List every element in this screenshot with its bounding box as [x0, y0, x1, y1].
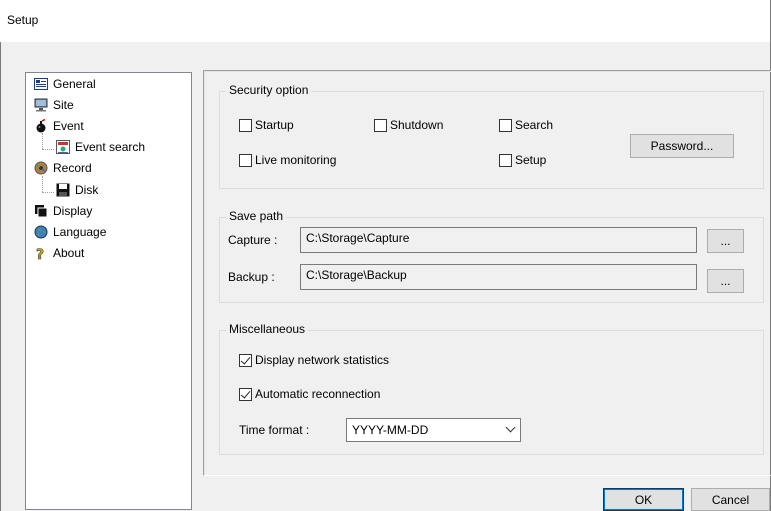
tree-connector: [42, 176, 43, 192]
tree-item-label: About: [53, 246, 85, 260]
language-icon: [34, 225, 48, 239]
tree-item-event-search[interactable]: Event search: [56, 139, 145, 155]
tree-item-label: Event search: [75, 140, 146, 154]
checkbox-label: Shutdown: [390, 118, 444, 132]
display-icon: [34, 204, 48, 218]
time-format-dropdown[interactable]: YYYY-MM-DD: [346, 418, 521, 442]
checkbox-box[interactable]: [499, 118, 512, 132]
about-icon: ?: [34, 246, 48, 264]
tree-item-label: Disk: [75, 183, 99, 197]
tree-item-record[interactable]: Record: [34, 160, 92, 176]
site-icon: [34, 98, 48, 112]
checkbox-label: Display network statistics: [255, 353, 390, 367]
tree-item-event[interactable]: Event: [34, 118, 84, 134]
time-format-value: YYYY-MM-DD: [352, 423, 429, 437]
tree-item-label: Display: [53, 204, 93, 218]
tree-item-about[interactable]: ? About: [34, 245, 85, 264]
disk-icon: [56, 183, 70, 197]
tree-item-language[interactable]: Language: [34, 224, 106, 240]
checkbox-box[interactable]: [374, 118, 387, 132]
search-checkbox[interactable]: Search: [499, 118, 553, 132]
tree-item-general[interactable]: General: [34, 76, 96, 92]
checkbox-label: Search: [515, 118, 554, 132]
event-icon: [34, 118, 48, 133]
checkbox-label: Live monitoring: [255, 153, 337, 167]
startup-checkbox[interactable]: Startup: [239, 118, 294, 132]
tree-item-label: General: [53, 77, 96, 91]
title-bar: Setup: [0, 0, 771, 42]
checkbox-box[interactable]: [239, 353, 252, 367]
cancel-button[interactable]: Cancel: [691, 488, 770, 511]
backup-path-field[interactable]: C:\Storage\Backup: [300, 264, 697, 290]
checkbox-label: Setup: [515, 153, 547, 167]
setup-checkbox[interactable]: Setup: [499, 153, 546, 167]
checkbox-box[interactable]: [239, 153, 252, 167]
capture-path-field[interactable]: C:\Storage\Capture: [300, 227, 697, 253]
security-option-title: Security option: [226, 83, 312, 97]
tree-item-site[interactable]: Site: [34, 97, 74, 113]
capture-label: Capture :: [228, 233, 278, 247]
chevron-down-icon: [505, 422, 516, 433]
capture-browse-button[interactable]: ...: [707, 229, 744, 253]
checkbox-box[interactable]: [499, 153, 512, 167]
time-format-label: Time format :: [239, 423, 310, 437]
save-path-title: Save path: [226, 209, 287, 223]
event-search-icon: [56, 140, 70, 154]
window-border-left: [0, 42, 1, 511]
general-icon: [34, 77, 48, 91]
ok-button[interactable]: OK: [603, 488, 684, 511]
tree-item-label: Record: [53, 161, 92, 175]
window-title: Setup: [7, 13, 39, 27]
tree-connector: [42, 133, 43, 149]
checkbox-box[interactable]: [239, 387, 252, 401]
live-monitoring-checkbox[interactable]: Live monitoring: [239, 153, 336, 167]
backup-browse-button[interactable]: ...: [707, 269, 744, 293]
automatic-reconnection-checkbox[interactable]: Automatic reconnection: [239, 387, 380, 401]
tree-item-label: Site: [53, 98, 74, 112]
tree-connector: [42, 192, 54, 193]
password-button[interactable]: Password...: [630, 134, 734, 158]
tree-item-label: Event: [53, 119, 84, 133]
tree-item-label: Language: [53, 225, 107, 239]
checkbox-label: Startup: [255, 118, 294, 132]
shutdown-checkbox[interactable]: Shutdown: [374, 118, 443, 132]
tree-item-disk[interactable]: Disk: [56, 182, 98, 198]
miscellaneous-title: Miscellaneous: [226, 322, 309, 336]
display-network-statistics-checkbox[interactable]: Display network statistics: [239, 353, 389, 367]
tree-item-display[interactable]: Display: [34, 203, 92, 219]
svg-text:?: ?: [36, 247, 44, 260]
settings-tree[interactable]: General Site Event Event search Record D…: [25, 72, 192, 510]
backup-label: Backup :: [228, 270, 275, 284]
record-icon: [34, 161, 48, 175]
checkbox-box[interactable]: [239, 118, 252, 132]
checkbox-label: Automatic reconnection: [255, 387, 381, 401]
tree-connector: [42, 149, 54, 150]
